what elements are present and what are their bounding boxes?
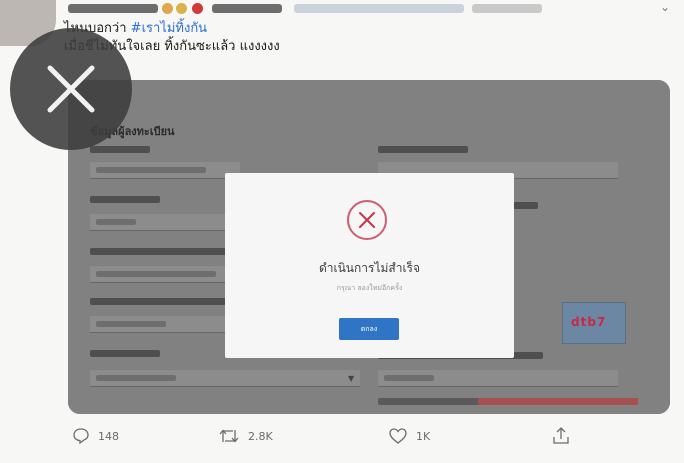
like-count: 1K <box>416 429 431 443</box>
field-label <box>90 248 230 255</box>
timestamp-blurred[interactable] <box>472 4 542 13</box>
form-field <box>90 162 240 179</box>
hashtag-link[interactable]: #เราไม่ทิ้งกัน <box>131 21 207 36</box>
form-field <box>378 370 618 387</box>
close-button[interactable] <box>10 28 132 150</box>
tweet-text: ไหนบอกว่า #เราไม่ทิ้งกัน เมื่อชีไม่ทันใจ… <box>64 20 624 56</box>
tweet-header <box>62 2 622 16</box>
field-label <box>90 146 150 153</box>
retweet-button[interactable]: 2.8K <box>218 424 273 448</box>
reply-count: 148 <box>98 429 119 443</box>
emoji-icon <box>162 3 173 14</box>
error-x-icon <box>347 200 387 240</box>
reply-button[interactable]: 148 <box>72 424 119 448</box>
like-button[interactable]: 1K <box>388 424 430 448</box>
field-label <box>90 298 230 305</box>
field-label <box>378 146 468 153</box>
author-handle-blurred[interactable] <box>294 4 464 13</box>
heart-emoji-icon <box>192 3 203 14</box>
retweet-count: 2.8K <box>248 429 273 443</box>
dialog-title: ดำเนินการไม่สำเร็จ <box>318 261 421 275</box>
reply-icon <box>73 428 89 445</box>
share-icon <box>553 427 569 444</box>
emoji-icon <box>176 3 187 14</box>
form-select <box>90 370 360 387</box>
error-dialog: ดำเนินการไม่สำเร็จ กรุณา ลองใหม่อีกครั้ง… <box>225 173 514 358</box>
retweet-icon <box>219 429 239 443</box>
author-name-blurred[interactable] <box>68 4 158 13</box>
form-field <box>90 266 240 283</box>
tweet-media-image[interactable]: ข้อมูลผู้ลงทะเบียน ▼ dtb7 ดำเนินการไม่สำ… <box>68 80 670 414</box>
form-field <box>90 316 240 333</box>
chevron-down-icon: ▼ <box>348 374 355 383</box>
captcha-text: dtb7 <box>571 315 607 329</box>
author-name-blurred <box>212 4 282 13</box>
tweet-text-line2: เมื่อชีไม่ทันใจเลย ทิ้งกันซะแล้ว แงงงงง <box>64 39 280 54</box>
field-label <box>90 196 160 203</box>
captcha-image: dtb7 <box>562 302 626 344</box>
consent-text-blurred <box>378 398 638 405</box>
more-options-icon[interactable]: ⌄ <box>655 0 675 14</box>
dialog-ok-button[interactable]: ตกลง <box>339 318 399 340</box>
tweet-actions: 148 2.8K 1K <box>68 424 588 448</box>
dialog-subtitle: กรุณา ลองใหม่อีกครั้ง <box>336 284 403 292</box>
field-label <box>90 350 160 357</box>
share-button[interactable] <box>552 424 570 448</box>
form-field <box>90 214 240 231</box>
close-icon <box>47 65 95 113</box>
heart-icon <box>389 428 407 444</box>
